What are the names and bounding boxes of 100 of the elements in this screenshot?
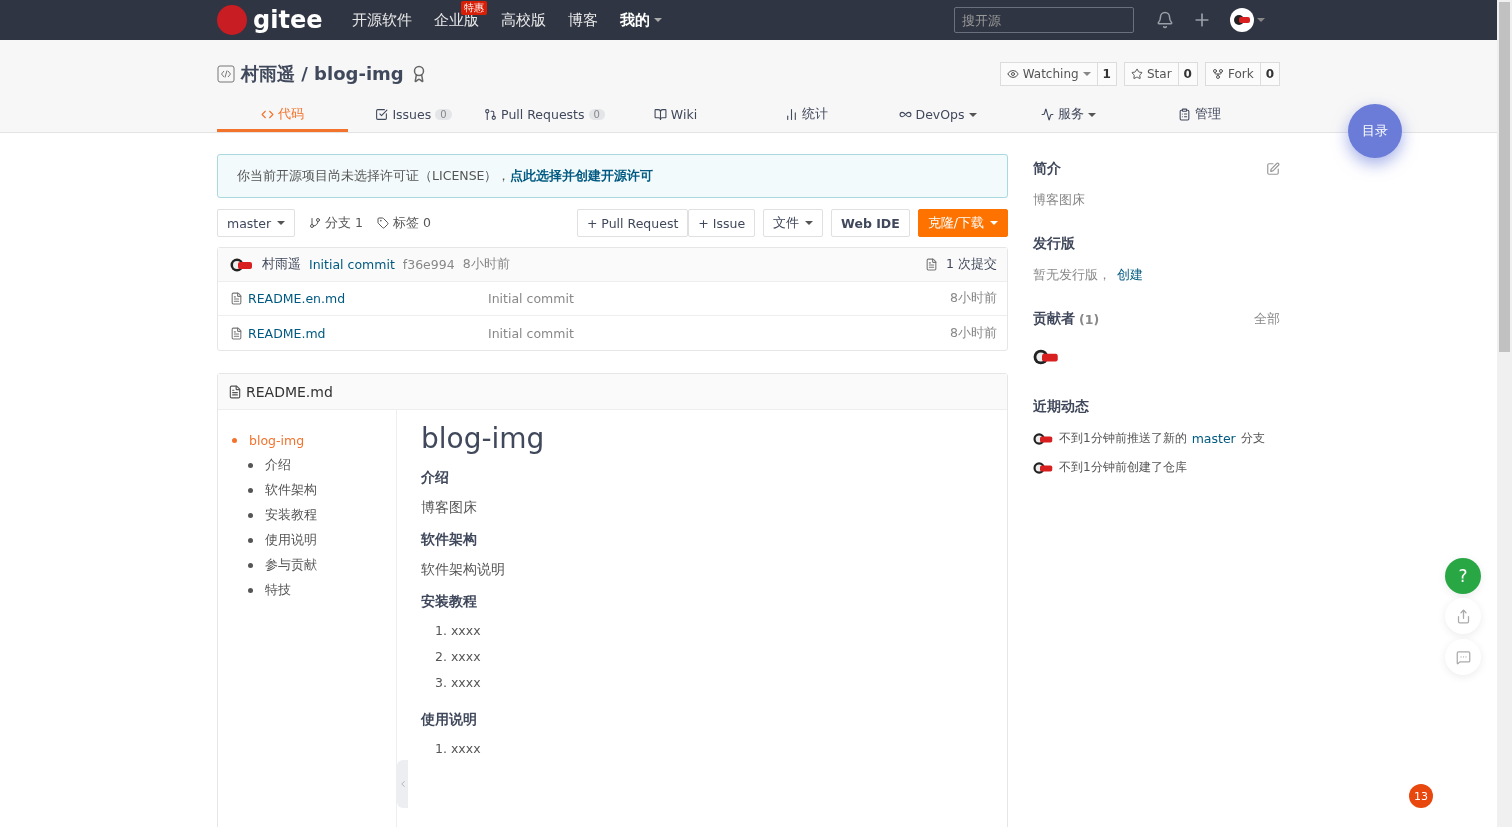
- toc-item[interactable]: 使用说明: [248, 528, 396, 553]
- code-icon: [261, 108, 274, 121]
- book-icon: [653, 108, 667, 121]
- repo-tab[interactable]: Issues 0: [348, 100, 479, 132]
- branches-link[interactable]: 分支 1: [309, 214, 364, 232]
- tab-count: 0: [588, 109, 605, 120]
- file-icon: [228, 384, 242, 399]
- nav-link[interactable]: 高校版: [501, 10, 547, 30]
- repo-tab[interactable]: 管理: [1134, 100, 1265, 132]
- releases-text: 暂无发行版，: [1033, 267, 1111, 284]
- star-icon: [1130, 68, 1143, 80]
- activity-text: 分支: [1240, 430, 1265, 447]
- feedback-button[interactable]: [1445, 639, 1481, 675]
- toc-item[interactable]: 特技: [248, 578, 396, 603]
- branch-link[interactable]: master: [1191, 431, 1236, 446]
- repo-action-button[interactable]: Star 0: [1123, 62, 1198, 86]
- list-number: 2.: [435, 649, 447, 666]
- edit-icon[interactable]: [1266, 162, 1280, 176]
- repo-tab[interactable]: Wiki: [610, 100, 741, 132]
- tags-link[interactable]: 标签 0: [377, 214, 431, 232]
- toc-button[interactable]: 目录: [1348, 104, 1402, 158]
- commit-message[interactable]: Initial commit: [309, 257, 395, 272]
- all-contributors-link[interactable]: 全部: [1254, 310, 1280, 328]
- activity-title: 近期动态: [1033, 398, 1090, 416]
- file-name[interactable]: README.en.md: [248, 291, 488, 306]
- tab-count: 0: [435, 109, 452, 120]
- share-button[interactable]: [1445, 598, 1481, 634]
- section-heading: 介绍: [421, 469, 450, 487]
- pulse-icon: [1041, 108, 1054, 121]
- releases-title: 发行版: [1033, 235, 1076, 253]
- notification-badge[interactable]: 13: [1409, 784, 1433, 808]
- activity-text: 不到1分钟前推送了新的: [1059, 430, 1187, 447]
- file-menu-button[interactable]: 文件: [763, 209, 824, 237]
- toc-item[interactable]: 参与贡献: [248, 553, 396, 578]
- file-name[interactable]: README.md: [248, 325, 488, 341]
- code-file-icon: [217, 65, 235, 83]
- logo-icon: [217, 5, 247, 35]
- scrollbar[interactable]: [1497, 0, 1512, 827]
- repo-action-button[interactable]: Watching 1: [999, 62, 1117, 86]
- contributors-title: 贡献者: [1033, 310, 1075, 328]
- commit-author[interactable]: 村雨遥: [262, 256, 301, 273]
- toc-item[interactable]: 安装教程: [248, 503, 396, 528]
- section-heading: 安装教程: [421, 593, 478, 611]
- web-ide-button[interactable]: Web IDE: [831, 209, 910, 237]
- list-number: 1.: [435, 741, 447, 758]
- section-heading: 软件架构: [421, 531, 478, 549]
- share-icon: [1455, 608, 1471, 624]
- repo-tab[interactable]: DevOps: [872, 100, 1003, 132]
- repo-action-button[interactable]: Fork 0: [1204, 62, 1280, 86]
- commit-count[interactable]: 1 次提交: [946, 256, 997, 273]
- list-item: xxxx: [450, 741, 481, 758]
- fork-icon: [1211, 68, 1224, 80]
- repo-tab[interactable]: 统计: [741, 100, 872, 132]
- tag-icon: [377, 217, 390, 229]
- search-field[interactable]: 搜开源: [954, 7, 1134, 33]
- toc-item[interactable]: 介绍: [248, 453, 396, 478]
- license-link[interactable]: 点此选择并创建开源许可: [510, 167, 654, 185]
- checklist-icon: [375, 108, 389, 121]
- promo-badge: 特惠: [461, 0, 488, 15]
- eye-icon: [1006, 68, 1019, 80]
- paragraph: 软件架构说明: [421, 561, 506, 579]
- comment-icon: [1455, 649, 1471, 665]
- toc-item[interactable]: 软件架构: [248, 478, 396, 503]
- bell-icon[interactable]: [1156, 11, 1174, 29]
- list-item: xxxx: [450, 675, 481, 692]
- branch-select[interactable]: master: [217, 209, 296, 237]
- intro-title: 简介: [1033, 160, 1061, 178]
- section-heading: 使用说明: [421, 711, 478, 729]
- create-release-link[interactable]: 创建: [1117, 267, 1143, 284]
- list-number: 1.: [435, 623, 447, 640]
- readme-title: README.md: [246, 383, 333, 400]
- pull-request-button[interactable]: + Pull Request: [576, 209, 689, 237]
- avatar-icon: [1033, 348, 1060, 366]
- file-commit-message[interactable]: Initial commit: [488, 291, 574, 306]
- logo-text[interactable]: gitee: [253, 6, 323, 34]
- activity-text: 不到1分钟前创建了仓库: [1059, 459, 1187, 476]
- avatar-icon: [1033, 431, 1054, 446]
- list-item: xxxx: [450, 623, 481, 640]
- branch-icon: [309, 217, 322, 229]
- repo-tab[interactable]: 服务: [1003, 100, 1134, 132]
- readme-heading: blog-img: [421, 422, 546, 455]
- file-time: 8小时前: [950, 290, 997, 307]
- file-icon: [230, 326, 243, 340]
- issue-button[interactable]: + Issue: [688, 209, 756, 237]
- bar-chart-icon: [785, 108, 798, 121]
- user-avatar[interactable]: [1230, 8, 1265, 32]
- nav-link[interactable]: 博客: [568, 10, 599, 30]
- clipboard-icon: [1178, 108, 1191, 121]
- nav-menu[interactable]: 我的: [620, 10, 663, 30]
- contributors-count: (1): [1079, 311, 1100, 327]
- repo-tab[interactable]: Pull Requests 0: [479, 100, 610, 132]
- repo-title[interactable]: 村雨遥 / blog-img: [241, 62, 404, 86]
- file-commit-message[interactable]: Initial commit: [488, 325, 574, 341]
- nav-link[interactable]: 开源软件: [352, 10, 413, 30]
- file-icon: [230, 292, 243, 305]
- pull-request-icon: [484, 108, 498, 121]
- list-number: 3.: [435, 675, 447, 692]
- intro-text: 博客图床: [1033, 192, 1086, 209]
- commit-hash[interactable]: f36e994: [402, 257, 455, 272]
- file-time: 8小时前: [950, 324, 997, 342]
